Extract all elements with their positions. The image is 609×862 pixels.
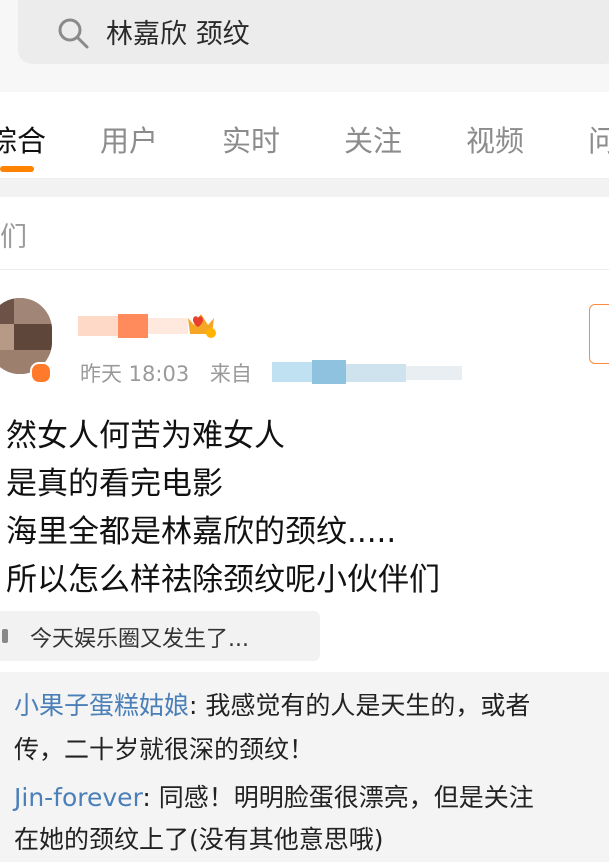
comment-line: 在她的颈纹上了(没有其他意思哦): [14, 820, 384, 856]
comment-text: : 同感！明明脸蛋很漂亮，但是关注: [142, 783, 534, 812]
post-meta: 昨天 18:03 来自: [80, 358, 252, 388]
tab-general[interactable]: 综合: [0, 118, 46, 160]
verified-badge-icon: [30, 362, 52, 384]
search-bar[interactable]: 林嘉欣 颈纹: [18, 0, 609, 64]
tab-questions[interactable]: 问: [588, 118, 609, 160]
post-text-line: 是真的看完电影: [6, 466, 223, 502]
post-text-line: 然女人何苦为难女人: [6, 418, 285, 454]
post-text-line: 所以怎么样祛除颈纹呢小伙伴们: [6, 562, 440, 598]
tab-following[interactable]: 关注: [344, 118, 402, 160]
comment-line: 小果子蛋糕姑娘: 我感觉有的人是天生的，或者: [14, 686, 530, 722]
active-tab-indicator: [0, 166, 34, 172]
comment-username[interactable]: 小果子蛋糕姑娘: [14, 691, 189, 720]
follow-button[interactable]: [589, 304, 609, 364]
post-source-blurred: [272, 360, 472, 386]
vip-crown-icon: [188, 314, 216, 338]
tab-users[interactable]: 用户: [100, 118, 158, 160]
topic-title: 今天娱乐圈又发生了...: [30, 627, 249, 652]
comment-username[interactable]: Jin-forever: [14, 783, 142, 812]
comment-text: 在她的颈纹上了(没有其他意思哦): [14, 825, 384, 854]
post-source-prefix: 来自: [209, 362, 252, 386]
tab-video[interactable]: 视频: [466, 118, 524, 160]
filter-label: 们: [0, 222, 27, 253]
comment-line: Jin-forever: 同感！明明脸蛋很漂亮，但是关注: [14, 778, 534, 814]
topic-card[interactable]: 今天娱乐圈又发生了...: [0, 611, 320, 661]
search-icon: [58, 18, 89, 49]
username-blurred[interactable]: [78, 312, 188, 338]
comment-text: 传，二十岁就很深的颈纹！: [14, 735, 315, 764]
tab-bar: 综合 用户 实时 关注 视频 问: [0, 92, 609, 179]
comment-line: 传，二十岁就很深的颈纹！: [14, 730, 314, 766]
post-text-line: 海里全都是林嘉欣的颈纹.....: [6, 514, 397, 550]
topic-icon: [2, 629, 8, 643]
comment-text: : 我感觉有的人是天生的，或者: [189, 691, 531, 720]
search-input[interactable]: 林嘉欣 颈纹: [106, 12, 250, 51]
section-divider: [0, 179, 609, 197]
comments-preview[interactable]: 小果子蛋糕姑娘: 我感觉有的人是天生的，或者 传，二十岁就很深的颈纹！ Jin-…: [0, 672, 609, 862]
post-time: 昨天 18:03: [80, 362, 190, 386]
filter-row[interactable]: 们: [0, 197, 609, 270]
tab-realtime[interactable]: 实时: [222, 118, 280, 160]
